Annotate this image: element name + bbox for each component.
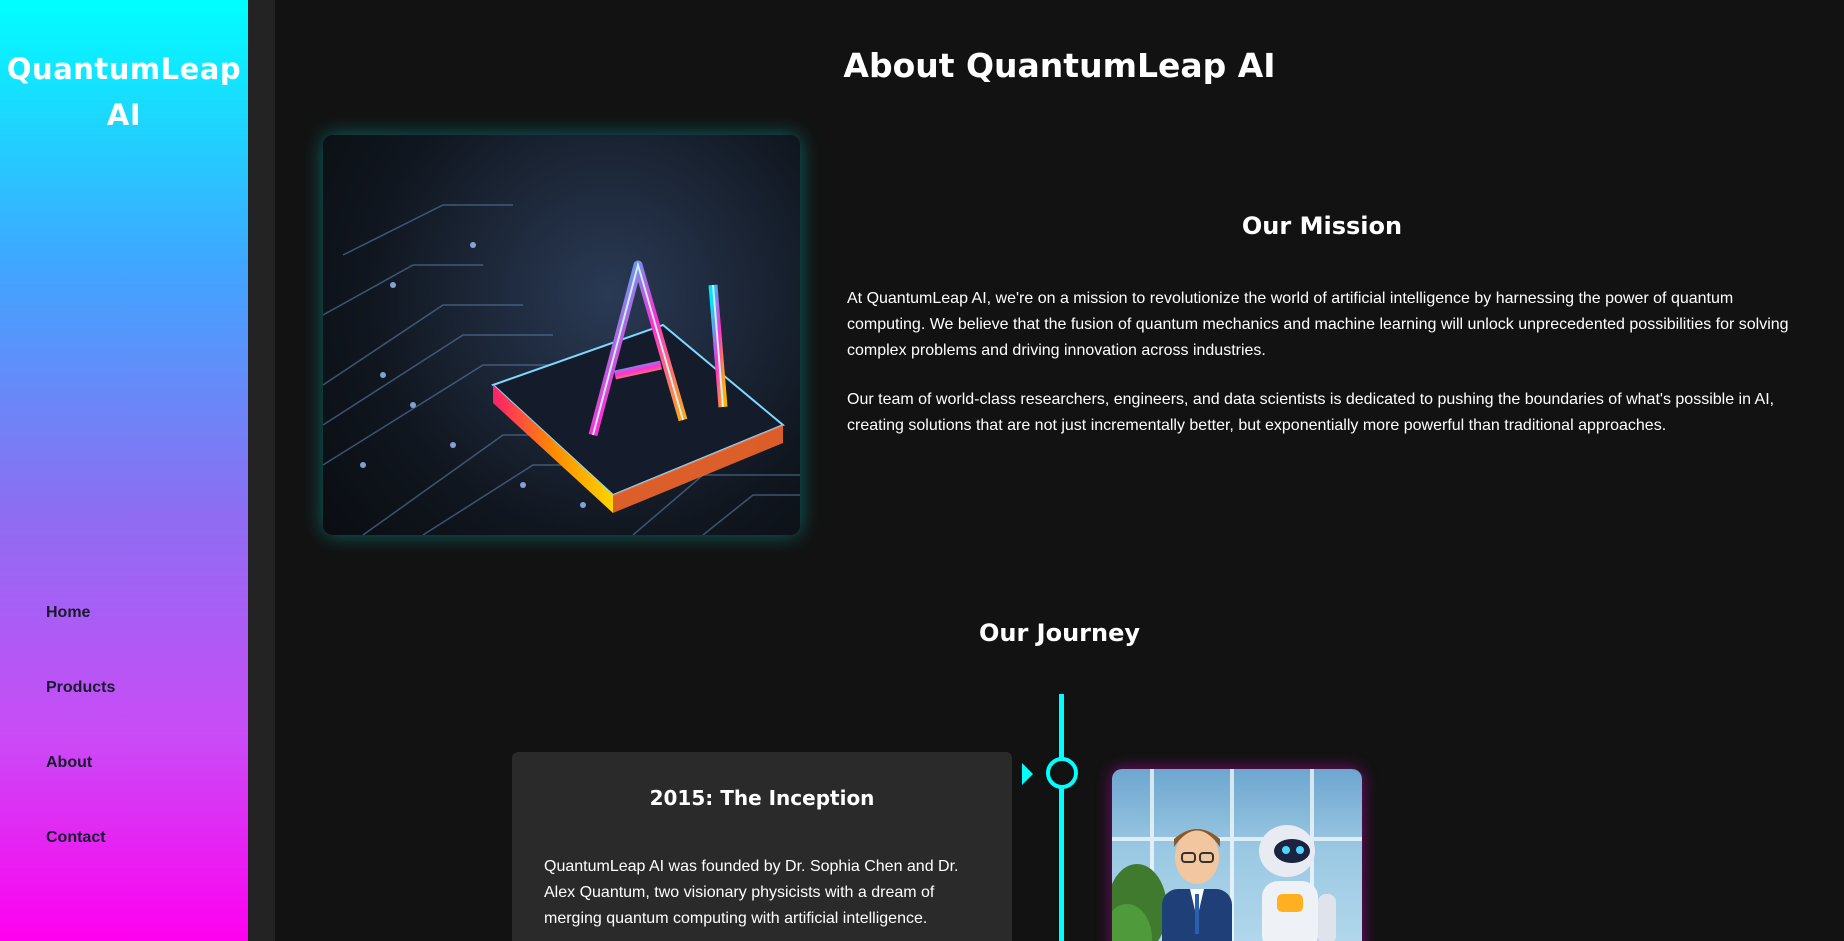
mission-heading: Our Mission bbox=[1241, 212, 1403, 240]
sidebar: QuantumLeap AI Home Products About Conta… bbox=[0, 0, 248, 941]
ai-chip-illustration bbox=[323, 204, 800, 535]
timeline-line bbox=[1059, 694, 1064, 941]
timeline-event-card: 2015: The Inception QuantumLeap AI was f… bbox=[512, 752, 1012, 941]
mission-paragraph: At QuantumLeap AI, we're on a mission to… bbox=[847, 290, 1789, 359]
founders-robot-image bbox=[1112, 769, 1362, 941]
nav-item-home[interactable]: Home bbox=[46, 600, 226, 626]
brand-logo[interactable]: QuantumLeap AI bbox=[0, 46, 248, 138]
mission-paragraph: Our team of world-class researchers, eng… bbox=[847, 391, 1775, 434]
sidebar-nav: Home Products About Contact bbox=[46, 600, 226, 900]
sidebar-edge bbox=[248, 0, 275, 941]
event-description: QuantumLeap AI was founded by Dr. Sophia… bbox=[544, 858, 959, 927]
ai-chip-image bbox=[323, 135, 800, 535]
nav-item-products[interactable]: Products bbox=[46, 675, 226, 701]
nav-item-about[interactable]: About bbox=[46, 750, 226, 776]
journey-heading: Our Journey bbox=[978, 619, 1141, 647]
main-content[interactable]: About QuantumLeap AI Our Mission At Quan… bbox=[275, 0, 1844, 941]
nav-item-contact[interactable]: Contact bbox=[46, 825, 226, 851]
page-title: About QuantumLeap AI bbox=[843, 46, 1276, 85]
timeline-pointer-icon bbox=[1022, 763, 1033, 785]
founders-illustration bbox=[1112, 769, 1362, 941]
timeline-node bbox=[1046, 757, 1078, 789]
event-title: 2015: The Inception bbox=[649, 786, 875, 810]
